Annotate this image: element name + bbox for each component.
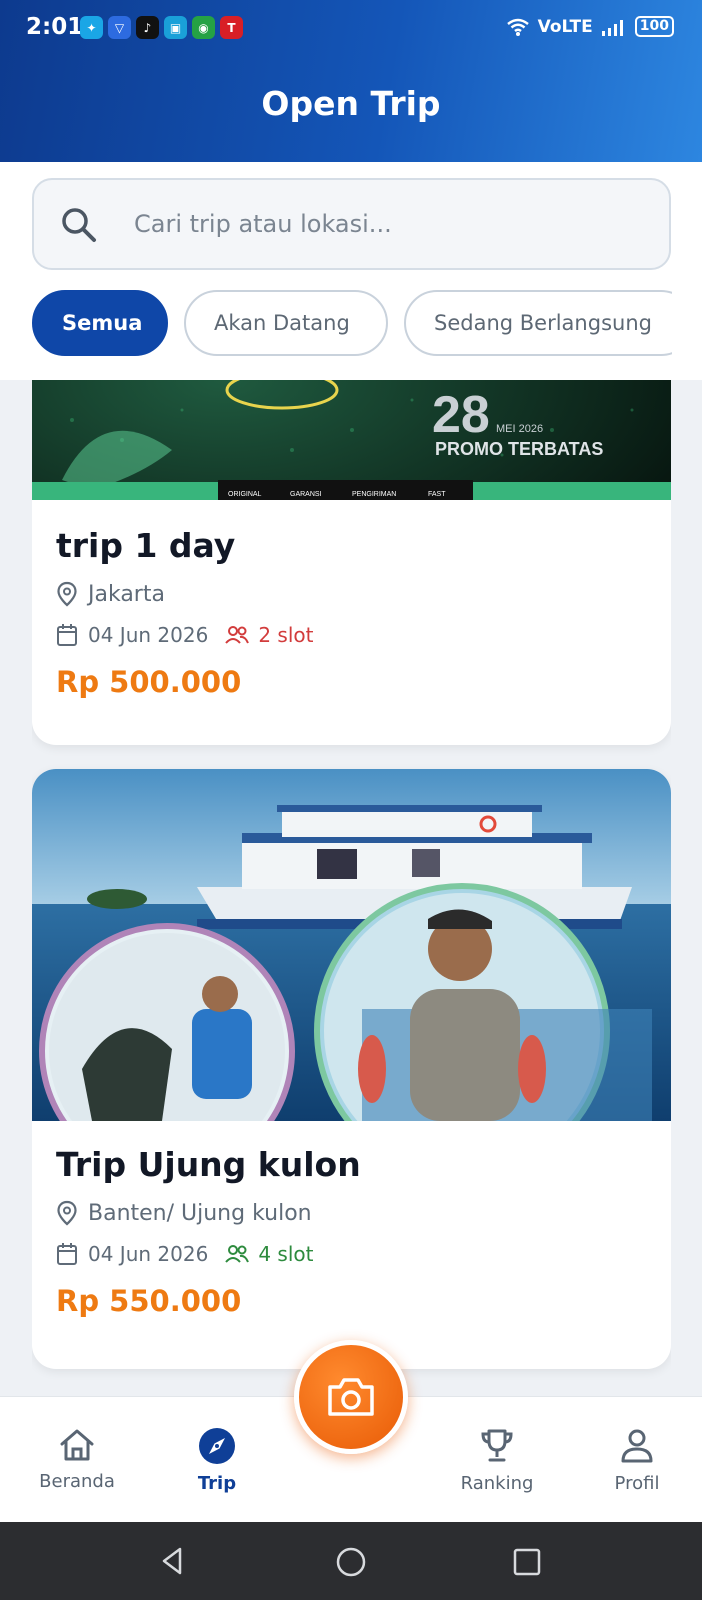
camera-icon [328, 1378, 374, 1416]
maps-app-icon: ◉ [192, 16, 215, 39]
trip-slots: 4 slot [224, 1242, 313, 1266]
people-icon [225, 1245, 250, 1263]
filter-chip-akan-datang[interactable]: Akan Datang [184, 290, 388, 356]
filter-chip-sedang-berlangsung[interactable]: Sedang Berlangsung [404, 290, 672, 356]
banner-day: 28 [432, 386, 490, 444]
trip-date: 04 Jun 2026 [88, 623, 209, 647]
trip-price: Rp 500.000 [56, 665, 242, 699]
trip-location-row: Jakarta [56, 581, 313, 607]
search-filter-area: Semua Akan Datang Sedang Berlangsung [0, 162, 702, 380]
system-navigation-bar [0, 1522, 702, 1600]
camera-fab-button[interactable] [294, 1340, 408, 1454]
status-time: 2:01 [26, 14, 84, 40]
trip-title: Trip Ujung kulon [56, 1145, 361, 1184]
trip-slots-label: 2 slot [258, 623, 314, 647]
trip-slots-label: 4 slot [258, 1242, 314, 1266]
app-header: 2:01 ✦ ▽ ♪ ▣ ◉ T VoLTE 100 Open Trip [0, 0, 702, 162]
search-icon [62, 208, 96, 242]
trip-card[interactable]: Trip Ujung kulon Banten/ Ujung kulon 04 … [32, 769, 671, 1369]
trip-date: 04 Jun 2026 [88, 1242, 209, 1266]
compass-icon [199, 1428, 235, 1464]
location-pin-icon [57, 1200, 77, 1226]
svg-text:ORIGINAL: ORIGINAL [228, 491, 262, 498]
trip-card-body: Trip Ujung kulon Banten/ Ujung kulon 04 … [56, 1145, 361, 1318]
trip-slots: 2 slot [224, 623, 313, 647]
nav-item-beranda[interactable]: Beranda [17, 1427, 137, 1492]
nav-label-profil: Profil [614, 1473, 660, 1494]
banner-promo: PROMO TERBATAS [435, 439, 603, 459]
filter-chips: Semua Akan Datang Sedang Berlangsung [32, 290, 672, 358]
people-icon [225, 626, 250, 644]
battery-indicator: 100 [634, 16, 674, 37]
network-label: VoLTE [537, 16, 593, 37]
svg-text:GARANSI: GARANSI [290, 491, 322, 498]
signal-icon [601, 19, 623, 36]
status-indicators: VoLTE 100 [506, 16, 674, 37]
trip-location: Banten/ Ujung kulon [88, 1200, 312, 1226]
banner-month: MEI 2026 [496, 423, 543, 435]
filter-chip-semua[interactable]: Semua [32, 290, 168, 356]
trip-title: trip 1 day [56, 526, 236, 565]
trip-meta-row: 04 Jun 2026 4 slot [56, 1242, 361, 1266]
trip-location-row: Banten/ Ujung kulon [56, 1200, 361, 1226]
nav-item-ranking[interactable]: Ranking [437, 1427, 557, 1494]
nav-label-beranda: Beranda [39, 1471, 115, 1492]
nav-label-ranking: Ranking [460, 1473, 534, 1494]
trip-card-body: trip 1 day Jakarta 04 Jun 2026 2 slot Rp… [56, 526, 313, 699]
user-icon [621, 1429, 653, 1463]
trip-banner-image: 28 MEI 2026 PROMO TERBATAS ORIGINAL GARA… [32, 380, 671, 500]
calendar-icon [57, 624, 77, 646]
trip-boat-image [32, 769, 671, 1121]
location-pin-icon [57, 581, 77, 607]
svg-text:FAST: FAST [428, 491, 446, 498]
nav-item-trip[interactable]: Trip [157, 1427, 277, 1494]
notification-icons: ✦ ▽ ♪ ▣ ◉ T [80, 16, 243, 39]
wifi-icon [506, 18, 529, 36]
home-circle-icon[interactable] [335, 1546, 367, 1578]
shield-app-icon: ▽ [108, 16, 131, 39]
recents-icon[interactable] [512, 1547, 542, 1577]
nav-label-trip: Trip [197, 1473, 237, 1494]
search-input[interactable] [134, 202, 644, 246]
back-icon[interactable] [158, 1546, 188, 1576]
trophy-icon [481, 1429, 513, 1462]
running-app-icon: ✦ [80, 16, 103, 39]
svg-text:PENGIRIMAN: PENGIRIMAN [352, 491, 396, 498]
trip-price: Rp 550.000 [56, 1284, 242, 1318]
trip-list[interactable]: 28 MEI 2026 PROMO TERBATAS ORIGINAL GARA… [32, 380, 671, 1395]
search-box[interactable] [32, 178, 671, 270]
tiktok-icon: ♪ [136, 16, 159, 39]
trip-card[interactable]: 28 MEI 2026 PROMO TERBATAS ORIGINAL GARA… [32, 380, 671, 745]
transport-app-icon: ▣ [164, 16, 187, 39]
trip-location: Jakarta [88, 581, 165, 607]
nav-item-profil[interactable]: Profil [577, 1427, 697, 1494]
telkomsel-icon: T [220, 16, 243, 39]
home-icon [60, 1429, 94, 1461]
calendar-icon [57, 1243, 77, 1265]
page-title: Open Trip [261, 84, 441, 123]
trip-meta-row: 04 Jun 2026 2 slot [56, 623, 313, 647]
status-bar: 2:01 ✦ ▽ ♪ ▣ ◉ T VoLTE 100 [0, 0, 702, 56]
